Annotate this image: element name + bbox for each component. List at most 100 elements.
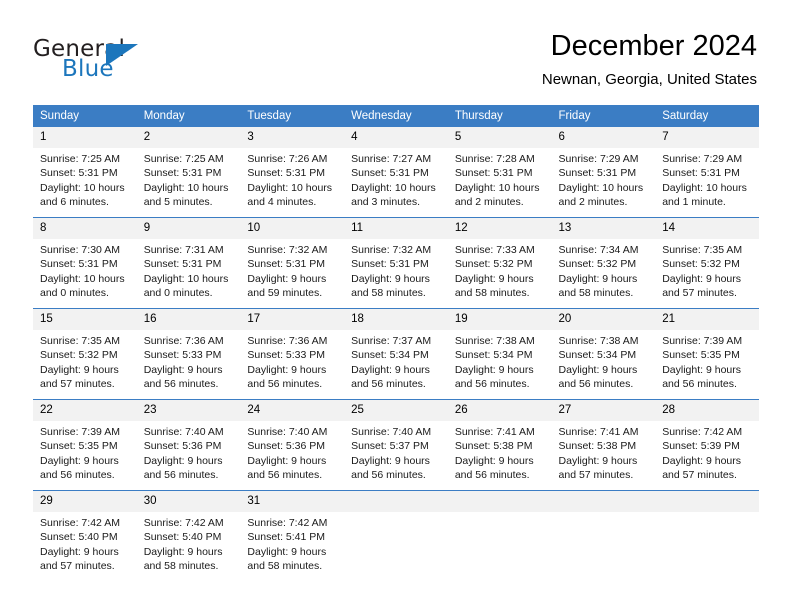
day-cell[interactable]: 26 Sunrise: 7:41 AM Sunset: 5:38 PM Dayl…: [447, 399, 552, 491]
day-number: 30: [136, 491, 241, 512]
day-cell[interactable]: 28 Sunrise: 7:42 AM Sunset: 5:39 PM Dayl…: [655, 399, 759, 491]
day-cell[interactable]: 7 Sunrise: 7:29 AM Sunset: 5:31 PM Dayli…: [655, 127, 759, 218]
day-number: 2: [136, 127, 241, 148]
day-cell-empty: [551, 490, 656, 581]
daylight-text-line2: and 2 minutes.: [558, 195, 628, 208]
daylight-text-line2: and 0 minutes.: [143, 286, 213, 299]
day-number: [447, 491, 552, 512]
day-cell[interactable]: 20 Sunrise: 7:38 AM Sunset: 5:34 PM Dayl…: [551, 308, 656, 400]
daylight-text-line2: and 56 minutes.: [351, 377, 426, 390]
day-cell[interactable]: 9 Sunrise: 7:31 AM Sunset: 5:31 PM Dayli…: [136, 217, 241, 309]
day-cell[interactable]: 11 Sunrise: 7:32 AM Sunset: 5:31 PM Dayl…: [344, 217, 448, 309]
day-number: 31: [240, 491, 345, 512]
day-info: Sunrise: 7:32 AM Sunset: 5:31 PM Dayligh…: [344, 239, 448, 300]
day-info: Sunrise: 7:34 AM Sunset: 5:32 PM Dayligh…: [552, 239, 656, 300]
sunset-text: Sunset: 5:32 PM: [40, 349, 118, 362]
day-cell[interactable]: 29 Sunrise: 7:42 AM Sunset: 5:40 PM Dayl…: [33, 490, 137, 581]
day-info: Sunrise: 7:37 AM Sunset: 5:34 PM Dayligh…: [344, 330, 448, 391]
daylight-text-line1: Daylight: 10 hours: [143, 181, 229, 194]
day-number: 1: [33, 127, 137, 148]
daylight-text-line2: and 56 minutes.: [247, 468, 323, 481]
day-info: Sunrise: 7:33 AM Sunset: 5:32 PM Dayligh…: [448, 239, 552, 300]
daylight-text-line1: Daylight: 9 hours: [143, 545, 223, 558]
daylight-text-line1: Daylight: 9 hours: [40, 454, 119, 467]
daylight-text-line2: and 4 minutes.: [247, 195, 317, 208]
weekday-header-wednesday: Wednesday: [344, 105, 448, 127]
weekday-header-saturday: Saturday: [655, 105, 759, 127]
logo-text-blue: Blue: [62, 56, 114, 82]
day-cell[interactable]: 23 Sunrise: 7:40 AM Sunset: 5:36 PM Dayl…: [136, 399, 241, 491]
sunset-text: Sunset: 5:31 PM: [662, 167, 740, 180]
sunset-text: Sunset: 5:31 PM: [351, 258, 429, 271]
daylight-text-line1: Daylight: 9 hours: [454, 363, 534, 376]
sunset-text: Sunset: 5:32 PM: [454, 258, 533, 271]
sunrise-text: Sunrise: 7:40 AM: [351, 426, 432, 438]
day-cell[interactable]: 31 Sunrise: 7:42 AM Sunset: 5:41 PM Dayl…: [240, 490, 345, 581]
day-info: Sunrise: 7:26 AM Sunset: 5:31 PM Dayligh…: [240, 148, 344, 209]
sunrise-text: Sunrise: 7:38 AM: [558, 335, 639, 347]
day-info: Sunrise: 7:27 AM Sunset: 5:31 PM Dayligh…: [344, 148, 448, 209]
daylight-text-line2: and 59 minutes.: [247, 286, 323, 299]
day-cell[interactable]: 24 Sunrise: 7:40 AM Sunset: 5:36 PM Dayl…: [240, 399, 345, 491]
sunrise-text: Sunrise: 7:27 AM: [351, 153, 432, 165]
day-number: [551, 491, 656, 512]
day-cell[interactable]: 13 Sunrise: 7:34 AM Sunset: 5:32 PM Dayl…: [551, 217, 656, 309]
weekday-header-friday: Friday: [551, 105, 656, 127]
day-info: Sunrise: 7:40 AM Sunset: 5:37 PM Dayligh…: [344, 421, 448, 482]
day-number: [655, 491, 759, 512]
day-cell[interactable]: 18 Sunrise: 7:37 AM Sunset: 5:34 PM Dayl…: [344, 308, 448, 400]
day-cell[interactable]: 2 Sunrise: 7:25 AM Sunset: 5:31 PM Dayli…: [136, 127, 241, 218]
day-cell[interactable]: 10 Sunrise: 7:32 AM Sunset: 5:31 PM Dayl…: [240, 217, 345, 309]
day-cell[interactable]: 12 Sunrise: 7:33 AM Sunset: 5:32 PM Dayl…: [447, 217, 552, 309]
daylight-text-line1: Daylight: 10 hours: [454, 181, 540, 194]
daylight-text-line2: and 58 minutes.: [351, 286, 426, 299]
daylight-text-line1: Daylight: 9 hours: [247, 363, 327, 376]
day-number: 24: [240, 400, 345, 421]
sunset-text: Sunset: 5:36 PM: [143, 440, 222, 453]
sunrise-text: Sunrise: 7:28 AM: [454, 153, 535, 165]
day-cell[interactable]: 19 Sunrise: 7:38 AM Sunset: 5:34 PM Dayl…: [447, 308, 552, 400]
day-cell[interactable]: 25 Sunrise: 7:40 AM Sunset: 5:37 PM Dayl…: [344, 399, 448, 491]
sunset-text: Sunset: 5:40 PM: [40, 531, 118, 544]
daylight-text-line2: and 56 minutes.: [351, 468, 426, 481]
day-number: 9: [136, 218, 241, 239]
day-info: Sunrise: 7:38 AM Sunset: 5:34 PM Dayligh…: [552, 330, 656, 391]
day-cell[interactable]: 21 Sunrise: 7:39 AM Sunset: 5:35 PM Dayl…: [655, 308, 759, 400]
sunrise-text: Sunrise: 7:36 AM: [143, 335, 224, 347]
sunset-text: Sunset: 5:32 PM: [558, 258, 637, 271]
day-number: 21: [655, 309, 759, 330]
day-cell[interactable]: 14 Sunrise: 7:35 AM Sunset: 5:32 PM Dayl…: [655, 217, 759, 309]
day-cell[interactable]: 4 Sunrise: 7:27 AM Sunset: 5:31 PM Dayli…: [344, 127, 448, 218]
day-cell[interactable]: 3 Sunrise: 7:26 AM Sunset: 5:31 PM Dayli…: [240, 127, 345, 218]
title-block: December 2024 Newnan, Georgia, United St…: [542, 28, 757, 91]
daylight-text-line1: Daylight: 9 hours: [662, 363, 742, 376]
daylight-text-line2: and 57 minutes.: [662, 468, 737, 481]
day-info: Sunrise: 7:39 AM Sunset: 5:35 PM Dayligh…: [655, 330, 759, 391]
week-row: 22 Sunrise: 7:39 AM Sunset: 5:35 PM Dayl…: [33, 399, 759, 491]
daylight-text-line2: and 3 minutes.: [351, 195, 420, 208]
day-cell[interactable]: 27 Sunrise: 7:41 AM Sunset: 5:38 PM Dayl…: [551, 399, 656, 491]
day-cell[interactable]: 22 Sunrise: 7:39 AM Sunset: 5:35 PM Dayl…: [33, 399, 137, 491]
day-info: Sunrise: 7:42 AM Sunset: 5:41 PM Dayligh…: [240, 512, 344, 573]
sunrise-text: Sunrise: 7:42 AM: [143, 517, 224, 529]
day-cell[interactable]: 17 Sunrise: 7:36 AM Sunset: 5:33 PM Dayl…: [240, 308, 345, 400]
day-cell[interactable]: 5 Sunrise: 7:28 AM Sunset: 5:31 PM Dayli…: [447, 127, 552, 218]
day-number: 13: [551, 218, 656, 239]
day-cell[interactable]: 30 Sunrise: 7:42 AM Sunset: 5:40 PM Dayl…: [136, 490, 241, 581]
sunrise-text: Sunrise: 7:35 AM: [40, 335, 120, 347]
day-number: 12: [447, 218, 552, 239]
day-cell[interactable]: 8 Sunrise: 7:30 AM Sunset: 5:31 PM Dayli…: [33, 217, 137, 309]
day-number: 23: [136, 400, 241, 421]
day-info: Sunrise: 7:31 AM Sunset: 5:31 PM Dayligh…: [137, 239, 241, 300]
sunset-text: Sunset: 5:31 PM: [143, 167, 222, 180]
day-cell[interactable]: 1 Sunrise: 7:25 AM Sunset: 5:31 PM Dayli…: [33, 127, 137, 218]
day-cell-empty: [344, 490, 448, 581]
daylight-text-line2: and 57 minutes.: [40, 559, 115, 572]
day-info: Sunrise: 7:42 AM Sunset: 5:40 PM Dayligh…: [33, 512, 137, 573]
day-number: 16: [136, 309, 241, 330]
day-cell[interactable]: 16 Sunrise: 7:36 AM Sunset: 5:33 PM Dayl…: [136, 308, 241, 400]
day-info: Sunrise: 7:39 AM Sunset: 5:35 PM Dayligh…: [33, 421, 137, 482]
daylight-text-line1: Daylight: 9 hours: [247, 272, 327, 285]
day-cell[interactable]: 6 Sunrise: 7:29 AM Sunset: 5:31 PM Dayli…: [551, 127, 656, 218]
day-cell[interactable]: 15 Sunrise: 7:35 AM Sunset: 5:32 PM Dayl…: [33, 308, 137, 400]
